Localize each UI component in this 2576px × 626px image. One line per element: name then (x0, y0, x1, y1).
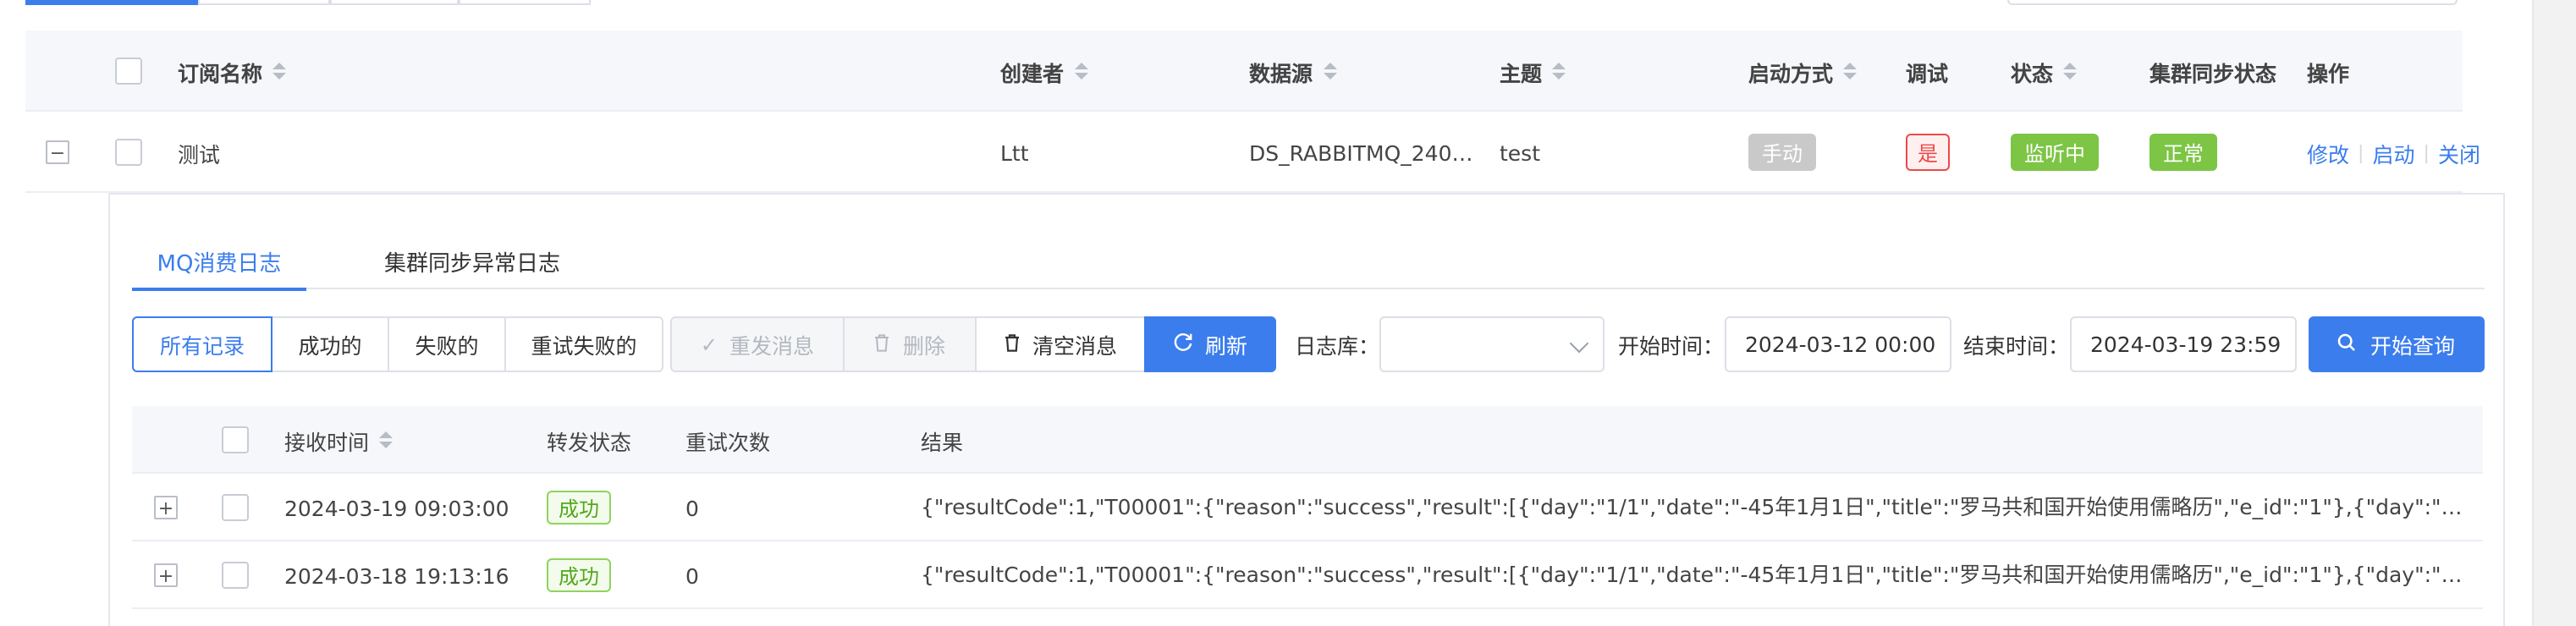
table-row: − 测试 Ltt DS_RABBITMQ_240… test 手动 是 监听中 … (25, 112, 2480, 193)
chevron-down-icon (1569, 333, 1589, 354)
sort-icon[interactable] (272, 63, 287, 80)
header-retry-count: 重试次数 (685, 429, 771, 454)
start-link[interactable]: 启动 (2372, 136, 2414, 168)
expanded-detail-panel: MQ消费日志 集群同步异常日志 所有记录 成功的 失败的 重试失败的 ✓ 重发消… (108, 193, 2505, 626)
sync-status-tag: 正常 (2149, 112, 2218, 193)
divider: | (2358, 141, 2364, 163)
row-checkbox[interactable] (115, 112, 142, 193)
close-link[interactable]: 关闭 (2438, 136, 2480, 168)
cell-creator: Ltt (1000, 140, 1029, 165)
end-time-label: 结束时间： (1963, 333, 2070, 359)
filter-retry-failed-button[interactable]: 重试失败的 (504, 316, 663, 372)
select-all-checkbox[interactable] (222, 406, 249, 474)
status-tag: 监听中 (2011, 112, 2100, 193)
cell-datasource: DS_RABBITMQ_240… (1249, 140, 1473, 165)
page: 订阅名称 创建者 数据源 主题 启动方式 调试 状态 集群同步状态 操作 − 测… (0, 0, 2576, 626)
top-tab-active[interactable] (25, 0, 198, 5)
header-datasource[interactable]: 数据源 (1249, 30, 1337, 112)
filter-button-group: 所有记录 成功的 失败的 重试失败的 (132, 316, 663, 372)
cell-result: {"resultCode":1,"T00001":{"reason":"succ… (921, 562, 2469, 587)
edit-link[interactable]: 修改 (2307, 136, 2349, 168)
forward-status-tag: 成功 (547, 474, 612, 541)
log-db-label: 日志库： (1295, 333, 1380, 359)
end-time-input[interactable]: 2024-03-19 23:59 (2070, 316, 2297, 372)
top-tab-strip (25, 0, 591, 5)
log-table-header: 接收时间 转发状态 重试次数 结果 (132, 406, 2483, 474)
start-query-button[interactable]: 开始查询 (2309, 316, 2485, 372)
table-row: + 2024-03-19 09:03:00 成功 0 {"resultCode"… (132, 474, 2483, 541)
top-tab[interactable] (330, 0, 459, 5)
page-scrollbar[interactable] (2532, 0, 2576, 626)
start-time-input[interactable]: 2024-03-12 00:00 (1725, 316, 1951, 372)
top-search-input[interactable] (2007, 0, 2458, 5)
header-start-mode[interactable]: 启动方式 (1748, 30, 1858, 112)
header-forward-status: 转发状态 (547, 429, 632, 454)
cell-retry-count: 0 (685, 495, 699, 520)
header-result: 结果 (921, 429, 964, 454)
row-checkbox[interactable] (222, 474, 249, 541)
header-topic[interactable]: 主题 (1500, 30, 1566, 112)
log-tabs: MQ消费日志 集群同步异常日志 (132, 232, 2485, 291)
subscription-table: 订阅名称 创建者 数据源 主题 启动方式 调试 状态 集群同步状态 操作 − 测… (25, 30, 2480, 193)
header-name[interactable]: 订阅名称 (178, 30, 287, 112)
table-row: + 2024-03-18 19:13:16 成功 0 {"resultCode"… (132, 541, 2483, 609)
search-icon (2338, 332, 2357, 357)
row-actions: 修改 | 启动 | 关闭 (2307, 112, 2480, 193)
cell-result: {"resultCode":1,"T00001":{"reason":"succ… (921, 494, 2469, 519)
row-checkbox[interactable] (222, 541, 249, 609)
expand-row-button[interactable]: + (154, 474, 178, 541)
sort-icon[interactable] (1323, 63, 1337, 80)
header-receive-time[interactable]: 接收时间 (284, 406, 394, 474)
divider: | (2423, 141, 2430, 163)
trash-icon (1004, 332, 1021, 356)
debug-tag: 是 (1906, 112, 1951, 193)
clear-messages-button[interactable]: 清空消息 (975, 316, 1146, 372)
start-time-label: 开始时间： (1618, 333, 1725, 359)
filter-all-button[interactable]: 所有记录 (132, 316, 272, 372)
tab-mq-log[interactable]: MQ消费日志 (132, 232, 306, 291)
header-creator[interactable]: 创建者 (1000, 30, 1088, 112)
cell-topic: test (1500, 140, 1541, 165)
header-ops: 操作 (2307, 60, 2350, 85)
delete-button[interactable]: 删除 (843, 316, 977, 372)
cell-name: 测试 (178, 141, 221, 167)
refresh-button[interactable]: 刷新 (1144, 316, 1276, 372)
top-tab[interactable] (459, 0, 591, 5)
log-db-select[interactable] (1379, 316, 1604, 372)
table-header: 订阅名称 创建者 数据源 主题 启动方式 调试 状态 集群同步状态 操作 (25, 30, 2463, 112)
filter-success-button[interactable]: 成功的 (271, 316, 389, 372)
collapse-row-button[interactable]: − (46, 112, 69, 193)
filter-failed-button[interactable]: 失败的 (388, 316, 506, 372)
start-mode-tag: 手动 (1748, 112, 1817, 193)
sort-icon[interactable] (1552, 63, 1566, 80)
header-sync-status: 集群同步状态 (2149, 60, 2277, 85)
top-tab[interactable] (198, 0, 330, 5)
sort-icon[interactable] (1843, 63, 1858, 80)
log-table: 接收时间 转发状态 重试次数 结果 + 2024-03-19 09:03:00 … (132, 406, 2483, 609)
tab-sync-error-log[interactable]: 集群同步异常日志 (366, 232, 579, 289)
sort-icon[interactable] (379, 431, 394, 448)
cell-receive-time: 2024-03-18 19:13:16 (284, 563, 509, 588)
resend-button[interactable]: ✓ 重发消息 (670, 316, 845, 372)
refresh-icon (1173, 332, 1193, 357)
header-status[interactable]: 状态 (2011, 30, 2078, 112)
cell-receive-time: 2024-03-19 09:03:00 (284, 495, 509, 520)
check-icon: ✓ (700, 332, 718, 356)
trash-icon (874, 332, 891, 356)
action-button-group: ✓ 重发消息 删除 清空消息 刷新 (670, 316, 1276, 372)
forward-status-tag: 成功 (547, 541, 612, 609)
sort-icon[interactable] (1074, 63, 1088, 80)
header-debug: 调试 (1906, 60, 1949, 85)
sort-icon[interactable] (2063, 63, 2078, 80)
expand-row-button[interactable]: + (154, 541, 178, 609)
select-all-checkbox[interactable] (115, 30, 142, 112)
cell-retry-count: 0 (685, 563, 699, 588)
